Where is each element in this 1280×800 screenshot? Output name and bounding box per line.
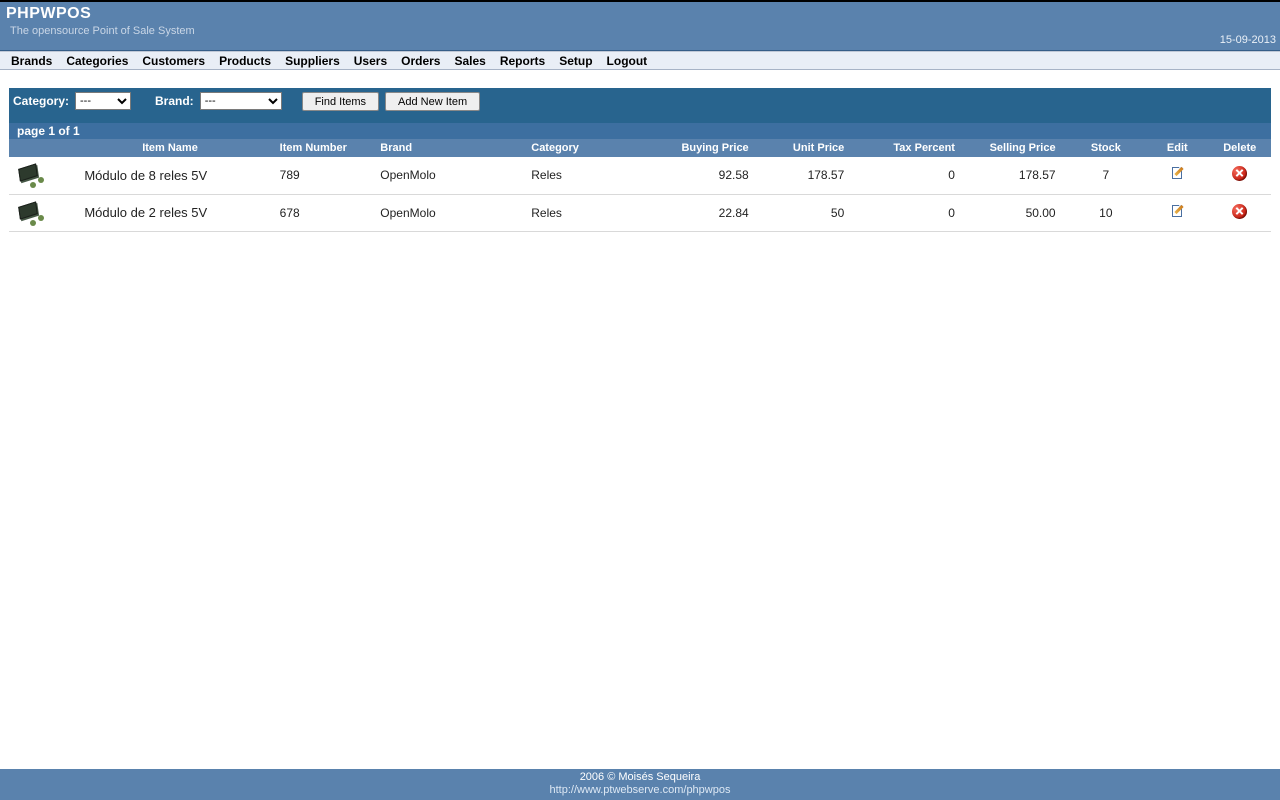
brand-select[interactable]: --- [200,92,282,110]
menu-sales[interactable]: Sales [447,54,492,68]
delete-icon[interactable] [1232,204,1247,219]
cell-stock: 10 [1066,194,1147,231]
menu-customers[interactable]: Customers [135,54,212,68]
cell-tax-percent: 0 [854,194,965,231]
find-items-button[interactable]: Find Items [302,92,379,111]
menu-orders[interactable]: Orders [394,54,447,68]
cell-buying-price: 92.58 [648,157,759,194]
add-new-item-button[interactable]: Add New Item [385,92,480,111]
cell-brand: OpenMolo [376,194,527,231]
cell-item-name: Módulo de 2 reles 5V [64,194,275,231]
cell-buying-price: 22.84 [648,194,759,231]
table-row: Módulo de 8 reles 5V789OpenMoloReles92.5… [9,157,1271,194]
menu-products[interactable]: Products [212,54,278,68]
app-subtitle: The opensource Point of Sale System [6,25,1274,37]
col-stock: Stock [1066,139,1147,157]
menu-brands[interactable]: Brands [4,54,59,68]
table-row: Módulo de 2 reles 5V678OpenMoloReles22.8… [9,194,1271,231]
main-menu: BrandsCategoriesCustomersProductsSupplie… [0,51,1280,70]
col-delete: Delete [1208,139,1271,157]
delete-icon[interactable] [1232,166,1247,181]
category-select[interactable]: --- [75,92,131,110]
cell-item-number: 789 [276,157,377,194]
menu-setup[interactable]: Setup [552,54,599,68]
col-tax-percent: Tax Percent [854,139,965,157]
category-label: Category: [13,94,69,108]
edit-icon[interactable] [1170,166,1185,181]
items-table: Item Name Item Number Brand Category Buy… [9,139,1271,232]
pager: page 1 of 1 [9,123,1271,139]
cell-item-name: Módulo de 8 reles 5V [64,157,275,194]
item-thumb-icon [15,198,47,228]
cell-category: Reles [527,194,648,231]
menu-users[interactable]: Users [347,54,394,68]
col-item-name: Item Name [64,139,275,157]
footer: 2006 © Moisés Sequeira http://www.ptwebs… [0,769,1280,800]
item-thumb-icon [15,160,47,190]
menu-suppliers[interactable]: Suppliers [278,54,347,68]
header-date: 15-09-2013 [1220,34,1276,46]
col-item-number: Item Number [276,139,377,157]
cell-brand: OpenMolo [376,157,527,194]
col-unit-price: Unit Price [759,139,855,157]
cell-unit-price: 50 [759,194,855,231]
cell-selling-price: 50.00 [965,194,1066,231]
cell-selling-price: 178.57 [965,157,1066,194]
app-title: PHPWPOS [6,5,1274,23]
filter-bar: Category: --- Brand: --- Find Items Add … [9,88,1271,123]
cell-tax-percent: 0 [854,157,965,194]
footer-url[interactable]: http://www.ptwebserve.com/phpwpos [0,784,1280,797]
cell-stock: 7 [1066,157,1147,194]
app-header: PHPWPOS The opensource Point of Sale Sys… [0,2,1280,51]
edit-icon[interactable] [1170,204,1185,219]
menu-logout[interactable]: Logout [600,54,655,68]
menu-categories[interactable]: Categories [59,54,135,68]
table-header-row: Item Name Item Number Brand Category Buy… [9,139,1271,157]
cell-item-number: 678 [276,194,377,231]
cell-unit-price: 178.57 [759,157,855,194]
col-edit: Edit [1146,139,1208,157]
col-selling-price: Selling Price [965,139,1066,157]
cell-category: Reles [527,157,648,194]
col-brand: Brand [376,139,527,157]
brand-label: Brand: [155,94,194,108]
col-category: Category [527,139,648,157]
col-buying-price: Buying Price [648,139,759,157]
menu-reports[interactable]: Reports [493,54,552,68]
footer-copyright: 2006 © Moisés Sequeira [0,771,1280,784]
